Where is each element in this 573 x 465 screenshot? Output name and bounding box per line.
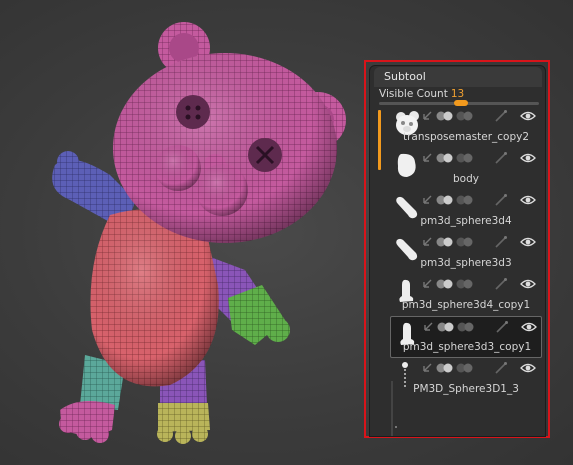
panel-corner-dot: [395, 426, 397, 428]
polypaint-toggle-icon[interactable]: [456, 192, 473, 206]
subtool-name: pm3d_sphere3d3_copy1: [402, 341, 532, 353]
eye-icon[interactable]: [520, 108, 536, 122]
subtool-icons: [420, 234, 540, 248]
subtool-icons: [421, 319, 541, 333]
material-toggle-icon[interactable]: [436, 360, 453, 374]
subtool-header[interactable]: Subtool: [374, 67, 542, 87]
material-toggle-icon[interactable]: [436, 234, 453, 248]
material-toggle-icon[interactable]: [436, 192, 453, 206]
eye-icon[interactable]: [520, 276, 536, 290]
subtool-icons: [420, 150, 540, 164]
material-toggle-icon[interactable]: [436, 108, 453, 122]
subtool-item[interactable]: pm3d_sphere3d3: [390, 232, 542, 274]
polypaint-toggle-icon[interactable]: [456, 360, 473, 374]
eye-icon[interactable]: [520, 192, 536, 206]
brush-icon[interactable]: [494, 276, 508, 290]
polypaint-toggle-icon[interactable]: [456, 108, 473, 122]
eye-icon[interactable]: [520, 360, 536, 374]
visible-count-label: Visible Count: [379, 88, 448, 100]
polypaint-toggle-icon[interactable]: [456, 150, 473, 164]
eye-icon[interactable]: [520, 234, 536, 248]
material-toggle-icon[interactable]: [436, 150, 453, 164]
bear-model: [52, 22, 346, 444]
subtool-panel: Subtool Visible Count 13 transposemaster_…: [369, 65, 546, 437]
arrow-icon[interactable]: [421, 319, 435, 333]
subtool-item[interactable]: pm3d_sphere3d4_copy1: [390, 274, 542, 316]
subtool-item[interactable]: transposemaster_copy2: [390, 106, 542, 148]
arrow-icon[interactable]: [420, 108, 434, 122]
brush-icon[interactable]: [495, 319, 509, 333]
subtool-name: pm3d_sphere3d4_copy1: [401, 299, 531, 311]
brush-icon[interactable]: [494, 108, 508, 122]
polypaint-toggle-icon[interactable]: [456, 276, 473, 290]
subtool-name: transposemaster_copy2: [402, 131, 530, 143]
subtool-name: pm3d_sphere3d4: [420, 215, 512, 227]
eye-icon[interactable]: [521, 319, 537, 333]
subtool-name: pm3d_sphere3d3: [420, 257, 512, 269]
material-toggle-icon[interactable]: [436, 276, 453, 290]
subtool-icons: [420, 360, 540, 374]
arrow-icon[interactable]: [420, 150, 434, 164]
subtool-item[interactable]: pm3d_sphere3d3_copy1: [390, 316, 542, 358]
subtool-scroll-indicator[interactable]: [378, 110, 381, 170]
viewport-canvas[interactable]: [0, 0, 360, 461]
visible-count-slider[interactable]: Visible Count 13: [379, 88, 539, 106]
subtool-icons: [420, 192, 540, 206]
subtool-icons: [420, 276, 540, 290]
visible-count-value: 13: [450, 88, 465, 100]
brush-icon[interactable]: [494, 150, 508, 164]
subtool-scroll-rail[interactable]: [391, 381, 393, 436]
subtool-list: transposemaster_copy2body pm3d_sphere3d4p…: [390, 106, 542, 406]
brush-icon[interactable]: [494, 192, 508, 206]
brush-icon[interactable]: [494, 234, 508, 248]
subtool-item[interactable]: PM3D_Sphere3D1_3: [390, 358, 542, 400]
subtool-name: PM3D_Sphere3D1_3: [413, 383, 519, 395]
subtool-icons: [420, 108, 540, 122]
brush-icon[interactable]: [494, 360, 508, 374]
subtool-item[interactable]: pm3d_sphere3d4: [390, 190, 542, 232]
material-toggle-icon[interactable]: [437, 319, 454, 333]
subtool-name: body: [453, 173, 479, 185]
arrow-icon[interactable]: [420, 360, 434, 374]
arrow-icon[interactable]: [420, 192, 434, 206]
arrow-icon[interactable]: [420, 276, 434, 290]
arrow-icon[interactable]: [420, 234, 434, 248]
polypaint-toggle-icon[interactable]: [456, 234, 473, 248]
polypaint-toggle-icon[interactable]: [457, 319, 474, 333]
subtool-item[interactable]: body: [390, 148, 542, 190]
eye-icon[interactable]: [520, 150, 536, 164]
